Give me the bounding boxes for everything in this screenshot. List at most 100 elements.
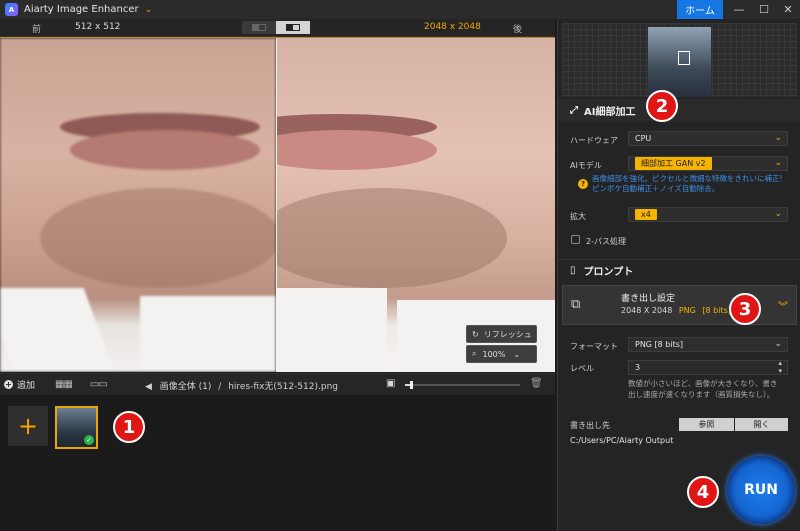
hardware-dropdown[interactable]: CPU ⌄ (628, 131, 788, 146)
magnifier-icon: ⌕ (472, 349, 477, 358)
chevron-down-icon: ⌄ (774, 209, 782, 219)
back-arrow-icon[interactable]: ◀ (145, 382, 152, 392)
level-hint-line2: 出し速度が速くなります（画質損失なし）。 (628, 390, 775, 399)
two-pass-checkbox[interactable] (571, 235, 580, 244)
app-logo-icon: A (5, 3, 18, 16)
settings-panel: ⤢ AI細部加工 ハードウェア CPU ⌄ AIモデル 細部加工 GAN v2 … (557, 19, 800, 531)
prompt-title: プロンプト (583, 267, 634, 278)
image-compare-view[interactable] (0, 38, 555, 372)
breadcrumb-root[interactable]: 画像全体 (1) (160, 382, 212, 392)
hardware-label: ハードウェア (570, 136, 618, 145)
step-badge-3: 3 (729, 293, 761, 325)
refresh-button[interactable]: ↻ リフレッシュ (466, 325, 537, 343)
app-title: Aiarty Image Enhancer (24, 4, 139, 15)
ai-detail-title: AI細部加工 (584, 106, 636, 118)
add-thumbnail-button[interactable]: + (8, 406, 48, 446)
model-dropdown[interactable]: 細部加工 GAN v2 ⌄ (628, 156, 788, 171)
level-hint-line1: 数値が小さいほど、画像が大きくなり、書き (628, 379, 778, 388)
scale-label: 拡大 (570, 212, 586, 221)
level-hint: 数値が小さいほど、画像が大きくなり、書き 出し速度が速くなります（画質損失なし）… (628, 378, 777, 400)
zoom-value: 100% (482, 349, 506, 359)
export-settings-icon: ⧉ (571, 297, 581, 312)
chevron-down-icon: ⌄ (513, 349, 521, 359)
plus-icon: + (4, 380, 13, 389)
open-folder-button[interactable]: 開く (735, 418, 788, 431)
help-icon[interactable]: ? (578, 179, 588, 189)
before-label: 前 (32, 25, 42, 35)
output-path: C:/Users/PC/Aiarty Output (570, 436, 674, 445)
checkmark-icon: ✓ (84, 435, 94, 445)
breadcrumb-separator: / (218, 382, 222, 392)
refresh-icon: ↻ (472, 329, 479, 339)
step-badge-2: 2 (646, 90, 678, 122)
enhance-icon: ⤢ (570, 104, 578, 116)
minimize-button[interactable]: — (727, 0, 751, 19)
add-image-button[interactable]: + 追加 (4, 378, 35, 391)
list-view-icon[interactable]: ▭▭ (90, 379, 108, 390)
image-thumbnail[interactable]: ✓ (55, 406, 98, 449)
thumbnail-strip: + ✓ (0, 395, 555, 531)
prompt-section-header[interactable]: ▯ プロンプト (558, 259, 800, 281)
format-value: PNG [8 bits] (635, 340, 684, 349)
model-hint-line2: ピンボケ自動補正＋ノイズ自動除去。 (592, 184, 720, 193)
breadcrumb: ◀ 画像全体 (1) / hires-fix无(512-512).png (145, 379, 338, 392)
run-button[interactable]: RUN (727, 456, 795, 524)
navigator-preview[interactable] (562, 23, 797, 97)
slider-handle[interactable] (409, 381, 413, 389)
level-stepper[interactable]: 3 ▴ ▾ (628, 359, 788, 375)
step-badge-1: 1 (113, 411, 145, 443)
original-image (0, 38, 276, 372)
export-format: PNG (678, 306, 696, 315)
export-bits: [8 bits] (702, 306, 731, 315)
chevron-double-down-icon[interactable]: ︾ (778, 298, 788, 313)
model-hint-line1: 画像細部を強化。ピクセルと微細な特徴をきれいに補正! (592, 174, 783, 183)
export-settings-card[interactable]: ⧉ 書き出し設定 2048 X 2048 PNG [8 bits] ︾ (562, 285, 797, 325)
two-pass-label: 2-パス処理 (586, 237, 626, 246)
level-value: 3 (635, 363, 641, 372)
run-label: RUN (744, 482, 778, 498)
chevron-down-icon: ⌄ (774, 339, 782, 349)
compare-view-icon (286, 24, 300, 31)
compare-split-handle[interactable] (276, 38, 277, 372)
after-size: 2048 x 2048 (424, 22, 481, 32)
export-size: 2048 X 2048 (621, 306, 673, 315)
scale-dropdown[interactable]: x4 ⌄ (628, 207, 788, 222)
enhanced-image (277, 38, 555, 372)
thumbnail-size-slider[interactable] (405, 381, 520, 389)
grid-view-icon[interactable]: ▦▦ (55, 379, 73, 390)
stepper-arrows-icon[interactable]: ▴ ▾ (778, 359, 782, 375)
before-size: 512 x 512 (75, 22, 121, 32)
ai-detail-section-header[interactable]: ⤢ AI細部加工 (558, 99, 800, 121)
hardware-value: CPU (635, 134, 652, 143)
output-label: 書き出し先 (570, 421, 610, 430)
add-label: 追加 (17, 381, 36, 391)
image-icon: ▣ (386, 378, 396, 389)
chevron-down-icon: ⌄ (774, 133, 782, 143)
close-button[interactable]: ✕ (776, 0, 800, 19)
step-badge-4: 4 (687, 476, 719, 508)
home-button[interactable]: ホーム (677, 0, 723, 19)
refresh-label: リフレッシュ (483, 329, 532, 339)
level-label: レベル (570, 364, 594, 373)
title-bar: A Aiarty Image Enhancer ⌄ ホーム — ☐ ✕ (0, 0, 800, 19)
split-view-icon (252, 24, 266, 31)
scale-value: x4 (635, 209, 657, 220)
trash-icon[interactable]: 🗑 (530, 378, 543, 389)
chevron-down-icon: ⌄ (774, 158, 782, 168)
format-dropdown[interactable]: PNG [8 bits] ⌄ (628, 337, 788, 352)
split-compare-view-button[interactable] (276, 21, 310, 34)
after-label: 後 (513, 25, 523, 35)
chevron-down-icon[interactable]: ⌄ (145, 5, 153, 15)
format-label: フォーマット (570, 342, 618, 351)
export-title: 書き出し設定 (621, 294, 676, 304)
model-hint: 画像細部を強化。ピクセルと微細な特徴をきれいに補正! ピンボケ自動補正＋ノイズ自… (592, 174, 783, 194)
side-by-side-view-button[interactable] (242, 21, 276, 34)
browse-button[interactable]: 参照 (679, 418, 734, 431)
export-summary: 2048 X 2048 PNG [8 bits] (621, 306, 731, 315)
compare-header: 前 512 x 512 2048 x 2048 後 (0, 19, 555, 37)
maximize-button[interactable]: ☐ (752, 0, 776, 19)
document-icon: ▯ (570, 265, 576, 276)
model-label: AIモデル (570, 161, 602, 170)
navigator-viewport[interactable] (678, 51, 690, 65)
zoom-dropdown[interactable]: ⌕ 100% ⌄ (466, 345, 537, 363)
